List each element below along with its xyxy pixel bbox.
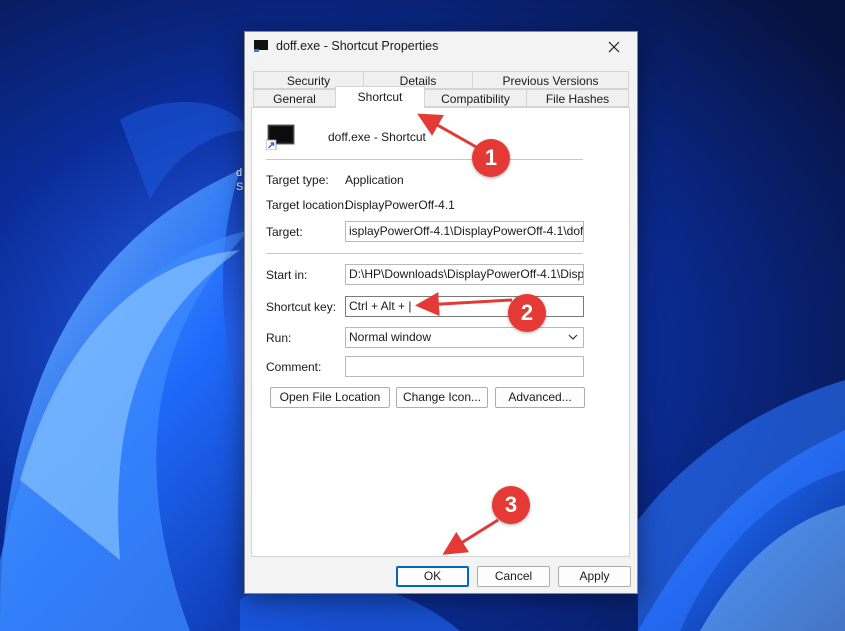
step-1-badge: 1 xyxy=(472,139,510,177)
arrow-step-2 xyxy=(415,292,513,317)
step-3-badge: 3 xyxy=(492,486,530,524)
step-2-badge: 2 xyxy=(508,294,546,332)
tab-shortcut[interactable]: Shortcut xyxy=(335,86,425,108)
arrow-step-3 xyxy=(442,518,499,555)
arrow-step-1 xyxy=(417,113,479,150)
